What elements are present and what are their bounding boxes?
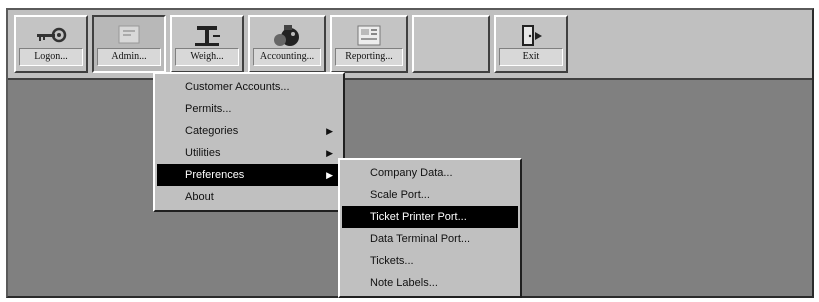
menu-item-ticket-printer-port[interactable]: Ticket Printer Port... xyxy=(342,206,518,228)
menu-item-label: Company Data... xyxy=(370,167,453,179)
menu-item-label: Categories xyxy=(185,125,239,137)
weigh-button-label: Weigh... xyxy=(175,48,239,66)
exit-button-label: Exit xyxy=(499,48,563,66)
menu-item-customer-accounts[interactable]: Customer Accounts... xyxy=(157,76,341,98)
reporting-button[interactable]: Reporting... xyxy=(330,15,408,73)
menu-item-data-terminal-port[interactable]: Data Terminal Port... xyxy=(342,228,518,250)
reporting-icon xyxy=(357,25,381,46)
logon-button-label: Logon... xyxy=(19,48,83,66)
scale-icon xyxy=(195,26,220,46)
accounting-button[interactable]: Accounting... xyxy=(248,15,326,73)
menu-item-permits[interactable]: Permits... xyxy=(157,98,341,120)
menu-item-label: Tickets... xyxy=(370,255,414,267)
submenu-arrow-icon: ▶ xyxy=(326,170,333,180)
accounting-button-label: Accounting... xyxy=(253,48,321,66)
menu-item-note-labels[interactable]: Note Labels... xyxy=(342,272,518,294)
menu-item-label: Data Terminal Port... xyxy=(370,233,471,245)
reporting-button-label: Reporting... xyxy=(335,48,403,66)
logon-button[interactable]: Logon... xyxy=(14,15,88,73)
menu-item-label: Note Labels... xyxy=(370,277,438,289)
menu-item-label: Utilities xyxy=(185,147,221,159)
submenu-arrow-icon: ▶ xyxy=(326,126,333,136)
exit-button[interactable]: Exit xyxy=(494,15,568,73)
accounting-icon xyxy=(274,25,299,46)
admin-menu: Customer Accounts... Permits... Categori… xyxy=(153,72,345,212)
menu-item-preferences[interactable]: Preferences ▶ xyxy=(157,164,341,186)
exit-door-icon xyxy=(522,25,542,46)
menu-item-about[interactable]: About xyxy=(157,186,341,208)
weigh-button[interactable]: Weigh... xyxy=(170,15,244,73)
menu-item-label: Permits... xyxy=(185,103,232,115)
submenu-arrow-icon: ▶ xyxy=(326,148,333,158)
menu-item-label: Ticket Printer Port... xyxy=(370,211,467,223)
toolbar-empty-slot xyxy=(412,15,490,73)
main-toolbar: Logon... Admin... Weigh... Accounting...… xyxy=(8,10,812,80)
menu-item-label: Customer Accounts... xyxy=(185,81,290,93)
preferences-submenu: Company Data... Scale Port... Ticket Pri… xyxy=(338,158,522,298)
menu-item-label: About xyxy=(185,191,214,203)
menu-item-tickets[interactable]: Tickets... xyxy=(342,250,518,272)
key-icon xyxy=(37,27,67,43)
menu-item-utilities[interactable]: Utilities ▶ xyxy=(157,142,341,164)
admin-icon xyxy=(118,25,140,44)
menu-item-label: Scale Port... xyxy=(370,189,430,201)
app-window: Logon... Admin... Weigh... Accounting...… xyxy=(6,8,814,298)
admin-button-label: Admin... xyxy=(97,48,161,66)
menu-item-categories[interactable]: Categories ▶ xyxy=(157,120,341,142)
admin-button[interactable]: Admin... xyxy=(92,15,166,73)
menu-item-label: Preferences xyxy=(185,169,245,181)
menu-item-scale-port[interactable]: Scale Port... xyxy=(342,184,518,206)
menu-item-company-data[interactable]: Company Data... xyxy=(342,162,518,184)
